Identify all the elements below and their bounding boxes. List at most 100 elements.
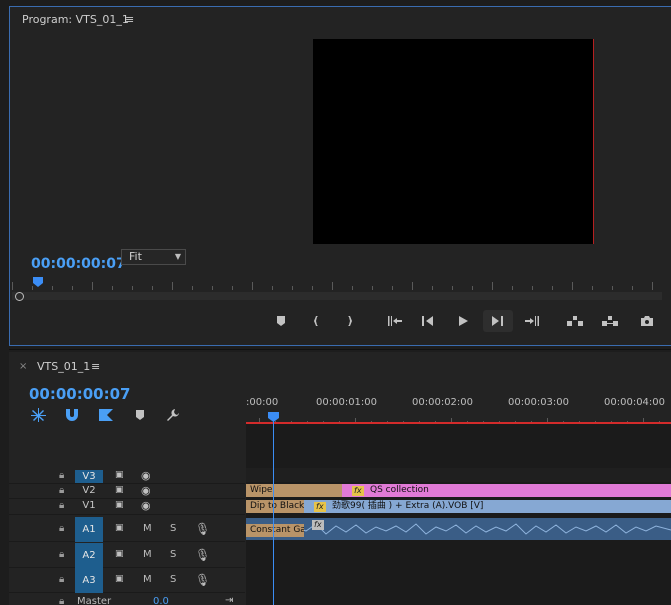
eye-icon[interactable]: ◉ — [141, 469, 151, 482]
ruler-tick — [72, 286, 73, 290]
lock-icon[interactable]: 🔒︎ — [59, 485, 64, 496]
go-to-in-button[interactable] — [385, 314, 405, 328]
go-to-out-button[interactable] — [522, 314, 542, 328]
track-target-v2[interactable]: V2 — [75, 485, 103, 496]
sync-lock-icon[interactable]: ▣ — [115, 574, 124, 584]
step-forward-button[interactable] — [483, 310, 513, 332]
panel-menu-icon[interactable]: ≡ — [91, 360, 100, 373]
track-target-v1[interactable]: V1 — [75, 500, 103, 511]
mark-in-icon — [314, 316, 318, 326]
camera-icon — [641, 316, 653, 326]
play-icon — [459, 316, 468, 326]
track-header-a3[interactable]: 🔒︎ A3 ▣ M S 🎙︎ — [9, 568, 245, 593]
extract-icon — [602, 316, 618, 326]
sync-lock-icon[interactable]: ▣ — [115, 549, 124, 559]
extract-button[interactable] — [600, 314, 620, 328]
transition-clip[interactable]: Dip to Black — [246, 500, 304, 513]
ruler-tick — [232, 286, 233, 290]
clip-label: QS collection — [370, 485, 429, 495]
track-header-master[interactable]: 🔒︎ Master 0.0 ⇥ — [9, 595, 245, 605]
track-header-v2[interactable]: 🔒︎ V2 ▣ ◉ — [9, 484, 245, 499]
marker-icon — [136, 410, 144, 420]
program-zoom-scrollbar[interactable] — [12, 292, 662, 300]
video-clip-v2[interactable]: fx QS collection — [342, 484, 671, 497]
mark-in-button[interactable] — [307, 314, 327, 328]
scroll-handle[interactable] — [15, 292, 24, 301]
eye-icon[interactable]: ◉ — [141, 484, 151, 497]
audio-clip-a1[interactable] — [246, 518, 671, 540]
audio-transition-clip[interactable]: Constant Gai — [246, 524, 304, 537]
lock-icon[interactable]: 🔒︎ — [59, 500, 64, 511]
microphone-icon[interactable]: 🎙︎ — [195, 548, 210, 562]
track-header-v3[interactable]: 🔒︎ V3 ▣ ◉ — [9, 469, 245, 484]
ruler-tick — [452, 286, 453, 290]
lock-icon[interactable]: 🔒︎ — [59, 470, 64, 481]
mute-button[interactable]: M — [143, 574, 152, 585]
track-target-a2[interactable]: A2 — [75, 543, 103, 568]
master-volume-value[interactable]: 0.0 — [153, 596, 169, 605]
linked-selection-toggle[interactable] — [98, 408, 114, 425]
track-header-v1[interactable]: 🔒︎ V1 ▣ ◉ — [9, 499, 245, 515]
add-marker-button[interactable] — [135, 409, 145, 424]
track-area[interactable]: Wipe fx QS collection Dip to Black fx 劲歌… — [246, 424, 671, 605]
add-marker-button[interactable] — [271, 314, 291, 328]
program-video-frame[interactable] — [313, 39, 594, 244]
microphone-icon[interactable]: 🎙︎ — [195, 522, 210, 536]
ruler-tick — [252, 282, 253, 290]
sync-lock-icon[interactable]: ▣ — [115, 500, 124, 510]
lock-icon[interactable]: 🔒︎ — [59, 596, 64, 605]
lock-icon[interactable]: 🔒︎ — [59, 523, 64, 534]
lift-button[interactable] — [565, 314, 585, 328]
go-to-in-icon — [388, 316, 402, 326]
track-header-a2[interactable]: 🔒︎ A2 ▣ M S 🎙︎ — [9, 543, 245, 568]
snap-toggle[interactable] — [65, 408, 79, 425]
nest-sequence-toggle[interactable] — [31, 408, 46, 425]
close-tab-icon[interactable]: × — [19, 361, 27, 372]
lock-icon[interactable]: 🔒︎ — [59, 549, 64, 560]
track-header-a1[interactable]: 🔒︎ A1 ▣ M S 🎙︎ — [9, 517, 245, 542]
play-button[interactable] — [453, 314, 473, 328]
go-to-end-icon[interactable]: ⇥ — [225, 595, 233, 605]
program-monitor-title[interactable]: Program: VTS_01_1 — [22, 13, 129, 26]
mark-out-button[interactable] — [339, 314, 359, 328]
track-target-a3[interactable]: A3 — [75, 568, 103, 593]
sync-lock-icon[interactable]: ▣ — [115, 470, 124, 480]
timeline-timecode[interactable]: 00:00:00:07 — [29, 385, 131, 403]
timeline-time-ruler[interactable]: :00:00 00:00:01:00 00:00:02:00 00:00:03:… — [246, 395, 671, 425]
track-target-a1[interactable]: A1 — [75, 517, 103, 542]
solo-button[interactable]: S — [170, 574, 176, 585]
ruler-label: :00:00 — [246, 397, 279, 408]
zoom-level-select[interactable]: Fit ▼ — [121, 249, 186, 265]
ruler-tick — [332, 282, 333, 290]
sync-lock-icon[interactable]: ▣ — [115, 523, 124, 533]
track-header-spacer — [9, 425, 245, 468]
ruler-tick — [652, 282, 653, 290]
solo-button[interactable]: S — [170, 549, 176, 560]
track-lane-v3[interactable] — [246, 468, 671, 482]
mute-button[interactable]: M — [143, 523, 152, 534]
ruler-label: 00:00:01:00 — [316, 397, 378, 408]
program-time-ruler[interactable] — [12, 278, 662, 290]
ruler-tick — [492, 282, 493, 290]
panel-menu-icon[interactable]: ≡ — [125, 13, 134, 26]
ruler-label: 00:00:04:00 — [604, 397, 666, 408]
fx-badge: fx — [312, 520, 324, 530]
export-frame-button[interactable] — [637, 314, 657, 328]
clip-label: Constant Gai — [250, 525, 304, 535]
program-timecode[interactable]: 00:00:00:07 — [31, 256, 126, 272]
eye-icon[interactable]: ◉ — [141, 499, 151, 512]
sequence-tab[interactable]: VTS_01_1 — [37, 360, 90, 373]
video-clip-v1[interactable]: fx 劲歌99( 插曲 ) + Extra (A).VOB [V] — [304, 500, 671, 513]
go-to-out-icon — [525, 316, 539, 326]
step-forward-icon — [492, 316, 503, 326]
sync-lock-icon[interactable]: ▣ — [115, 485, 124, 495]
transition-clip[interactable]: Wipe — [246, 484, 342, 497]
lock-icon[interactable]: 🔒︎ — [59, 574, 64, 585]
microphone-icon[interactable]: 🎙︎ — [195, 573, 210, 587]
track-target-v3[interactable]: V3 — [75, 470, 103, 483]
step-back-button[interactable] — [418, 314, 438, 328]
fx-badge: fx — [314, 502, 326, 512]
solo-button[interactable]: S — [170, 523, 176, 534]
mute-button[interactable]: M — [143, 549, 152, 560]
timeline-settings-button[interactable] — [166, 408, 180, 425]
